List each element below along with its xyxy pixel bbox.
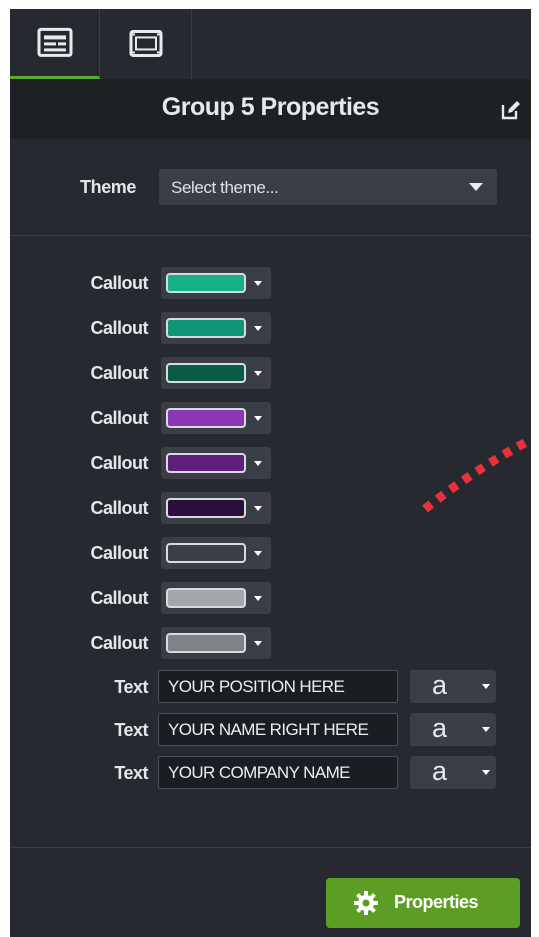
callout-label: Callout bbox=[90, 633, 149, 653]
callout-color-picker[interactable] bbox=[161, 402, 271, 434]
callout-color-picker[interactable] bbox=[161, 267, 271, 299]
color-swatch bbox=[166, 588, 246, 608]
edit-icon bbox=[501, 101, 520, 120]
font-glyph: a bbox=[432, 756, 448, 786]
text-field-name[interactable]: YOUR NAME RIGHT HERE bbox=[158, 713, 398, 746]
color-swatch bbox=[166, 363, 246, 383]
properties-panel-icon bbox=[37, 27, 72, 57]
chevron-down-icon bbox=[482, 684, 490, 689]
color-swatch bbox=[166, 633, 246, 653]
callout-color-picker[interactable] bbox=[161, 447, 271, 479]
footer-divider bbox=[10, 847, 531, 848]
theme-label: Theme bbox=[80, 177, 137, 197]
color-swatch bbox=[166, 543, 246, 563]
font-style-dropdown[interactable]: a bbox=[410, 713, 496, 746]
chevron-down-icon bbox=[254, 641, 262, 646]
callout-color-picker[interactable] bbox=[161, 537, 271, 569]
chevron-down-icon bbox=[482, 770, 490, 775]
theme-dropdown-value: Select theme... bbox=[171, 178, 279, 197]
callout-label: Callout bbox=[90, 543, 149, 563]
chevron-down-icon bbox=[482, 727, 490, 732]
chevron-down-icon bbox=[254, 326, 262, 331]
color-swatch bbox=[166, 318, 246, 338]
callout-label: Callout bbox=[90, 318, 149, 338]
font-style-dropdown[interactable]: a bbox=[410, 756, 496, 789]
callout-color-picker[interactable] bbox=[161, 582, 271, 614]
callout-label: Callout bbox=[90, 273, 149, 293]
callout-label: Callout bbox=[90, 408, 149, 428]
font-glyph: a bbox=[432, 670, 448, 700]
chevron-down-icon bbox=[254, 281, 262, 286]
tab-media[interactable] bbox=[101, 9, 192, 79]
chevron-down-icon bbox=[254, 596, 262, 601]
text-label: Text bbox=[114, 677, 148, 697]
callout-color-picker[interactable] bbox=[161, 312, 271, 344]
chevron-down-icon bbox=[254, 506, 262, 511]
gear-icon bbox=[354, 891, 378, 915]
text-field-company[interactable]: YOUR COMPANY NAME bbox=[158, 756, 398, 789]
tab-properties[interactable] bbox=[10, 9, 100, 79]
color-swatch bbox=[166, 498, 246, 518]
top-edge bbox=[10, 0, 539, 9]
properties-button[interactable]: Properties bbox=[326, 878, 520, 928]
chevron-down-icon bbox=[254, 416, 262, 421]
chevron-down-icon bbox=[254, 371, 262, 376]
callout-label: Callout bbox=[90, 363, 149, 383]
panel-header: Group 5 Properties bbox=[10, 79, 531, 139]
callout-label: Callout bbox=[90, 498, 149, 518]
chevron-down-icon bbox=[254, 461, 262, 466]
callout-color-picker[interactable] bbox=[161, 492, 271, 524]
chevron-down-icon bbox=[254, 551, 262, 556]
dotted-arc-decoration bbox=[422, 435, 535, 513]
callout-color-picker[interactable] bbox=[161, 357, 271, 389]
callout-label: Callout bbox=[90, 453, 149, 473]
tab-bar bbox=[10, 9, 531, 79]
text-label: Text bbox=[114, 720, 148, 740]
chevron-down-icon bbox=[469, 183, 483, 191]
text-label: Text bbox=[114, 763, 148, 783]
color-swatch bbox=[166, 408, 246, 428]
color-swatch bbox=[166, 273, 246, 293]
panel-title: Group 5 Properties bbox=[161, 93, 380, 121]
color-swatch bbox=[166, 453, 246, 473]
section-divider bbox=[10, 235, 531, 236]
edit-title-button[interactable] bbox=[500, 99, 522, 121]
dotted-arc-path bbox=[422, 435, 535, 513]
callout-color-picker[interactable] bbox=[161, 627, 271, 659]
theme-dropdown[interactable]: Select theme... bbox=[159, 169, 497, 205]
properties-button-label: Properties bbox=[394, 892, 479, 912]
film-strip-icon bbox=[129, 29, 163, 57]
callout-label: Callout bbox=[90, 588, 149, 608]
text-field-position[interactable]: YOUR POSITION HERE bbox=[158, 670, 398, 703]
font-glyph: a bbox=[432, 713, 448, 743]
properties-panel: Group 5 Properties Theme Select theme...… bbox=[10, 9, 535, 937]
font-style-dropdown[interactable]: a bbox=[410, 670, 496, 703]
